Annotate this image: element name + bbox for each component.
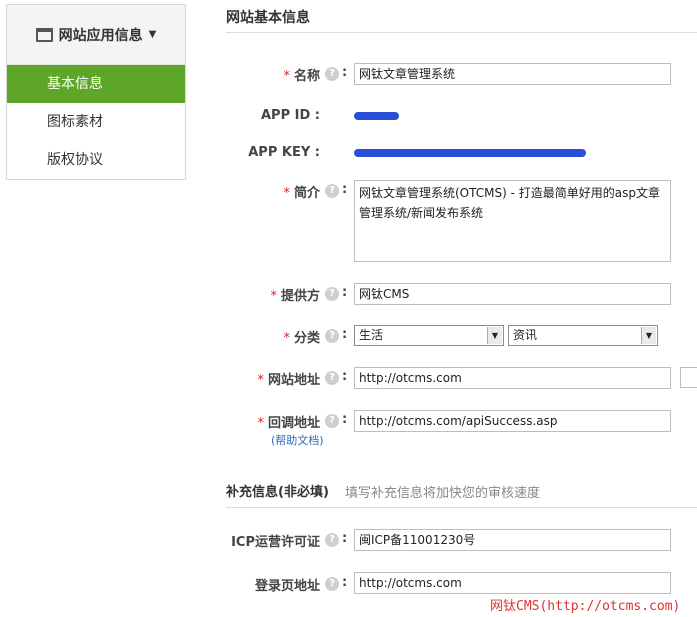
window-icon xyxy=(35,27,53,42)
help-icon[interactable]: ? xyxy=(325,329,339,343)
supplement-title: 补充信息(非必填) xyxy=(226,485,329,500)
site-url-extra-box[interactable] xyxy=(680,367,697,388)
app-key-redacted xyxy=(354,149,586,157)
help-icon[interactable]: ? xyxy=(325,287,339,301)
sidebar-item-copyright[interactable]: 版权协议 xyxy=(7,141,185,179)
app-id-label: APP ID : xyxy=(260,108,320,123)
callback-url-label: * 回调地址 xyxy=(257,416,320,431)
login-url-field[interactable]: http://otcms.com xyxy=(354,572,671,594)
app-id-redacted xyxy=(354,112,399,120)
help-icon[interactable]: ? xyxy=(325,577,339,591)
help-icon[interactable]: ? xyxy=(325,533,339,547)
name-label: * 名称 xyxy=(283,69,320,84)
site-url-field[interactable]: http://otcms.com xyxy=(354,367,671,389)
category-primary-select[interactable]: 生活 ▼ xyxy=(354,325,504,346)
supplement-note: 填写补充信息将加快您的审核速度 xyxy=(345,486,541,501)
sidebar-header[interactable]: 网站应用信息 ▼ xyxy=(7,5,185,65)
site-url-label: * 网站地址 xyxy=(257,373,320,388)
divider xyxy=(226,32,697,33)
sidebar-item-basic-info[interactable]: 基本信息 xyxy=(7,65,185,103)
intro-label: * 简介 xyxy=(283,186,320,201)
dropdown-arrow-icon: ▼ xyxy=(487,327,502,344)
category-label: * 分类 xyxy=(283,331,320,346)
chevron-down-icon: ▼ xyxy=(148,29,157,40)
divider xyxy=(226,507,697,508)
name-field[interactable]: 网钛文章管理系统 xyxy=(354,63,671,85)
login-url-label: 登录页地址 xyxy=(254,579,320,594)
watermark: 网钛CMS(http://otcms.com) xyxy=(490,599,681,614)
help-doc-link[interactable]: (帮助文档) xyxy=(271,432,324,448)
sidebar: 网站应用信息 ▼ 基本信息 图标素材 版权协议 xyxy=(6,4,186,180)
sidebar-header-label: 网站应用信息 xyxy=(58,27,143,44)
provider-field[interactable]: 网钛CMS xyxy=(354,283,671,305)
app-key-label: APP KEY : xyxy=(248,145,320,160)
icp-field[interactable]: 闽ICP备11001230号 xyxy=(354,529,671,551)
help-icon[interactable]: ? xyxy=(325,67,339,81)
dropdown-arrow-icon: ▼ xyxy=(641,327,656,344)
intro-textarea[interactable]: 网钛文章管理系统(OTCMS) - 打造最简单好用的asp文章管理系统/新闻发布… xyxy=(354,180,671,262)
provider-label: * 提供方 xyxy=(270,289,320,304)
icp-label: ICP运营许可证 xyxy=(231,535,320,550)
callback-url-field[interactable]: http://otcms.com/apiSuccess.asp xyxy=(354,410,671,432)
section-title: 网站基本信息 xyxy=(226,10,310,26)
help-icon[interactable]: ? xyxy=(325,184,339,198)
help-icon[interactable]: ? xyxy=(325,414,339,428)
sidebar-item-icon-assets[interactable]: 图标素材 xyxy=(7,103,185,141)
category-secondary-select[interactable]: 资讯 ▼ xyxy=(508,325,658,346)
help-icon[interactable]: ? xyxy=(325,371,339,385)
